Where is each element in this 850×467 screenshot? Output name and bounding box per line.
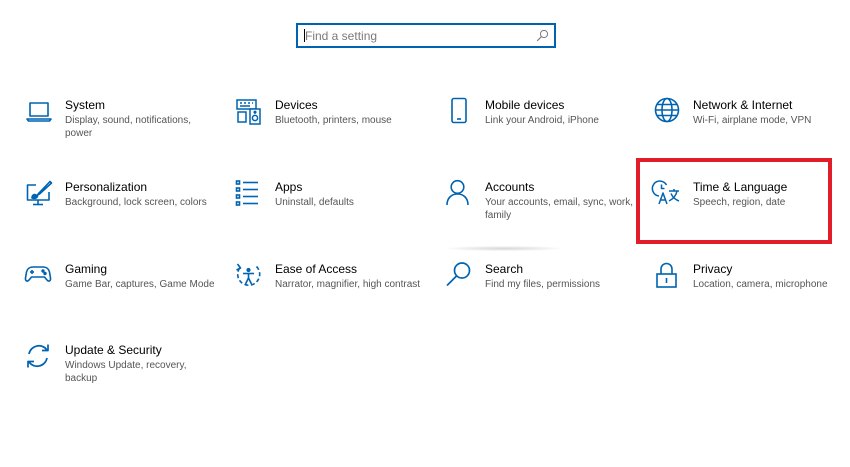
tile-title: Personalization (65, 180, 148, 194)
search-input[interactable] (298, 25, 535, 46)
tile-description: Narrator, magnifier, high contrast (275, 279, 421, 290)
tile-title: System (65, 98, 106, 112)
tile-title: Apps (275, 180, 303, 194)
tile-system[interactable]: System Display, sound, notifications, po… (26, 98, 226, 158)
tile-apps[interactable]: Apps Uninstall, defaults (235, 180, 436, 240)
tile-personalization[interactable]: Personalization Background, lock screen,… (26, 180, 226, 240)
tile-title: Gaming (65, 262, 108, 276)
tile-network-internet[interactable]: Network & Internet Wi-Fi, airplane mode,… (654, 97, 850, 158)
tile-description: Link your Android, iPhone (485, 115, 599, 126)
globe-icon (654, 97, 682, 126)
tile-title: Network & Internet (693, 98, 793, 112)
tile-description: Windows Update, recovery, backup (65, 360, 187, 384)
tile-description: Uninstall, defaults (275, 197, 354, 208)
time-language-icon (651, 180, 682, 208)
settings-home: System Display, sound, notifications, po… (0, 0, 850, 467)
tile-title: Privacy (693, 262, 733, 276)
hover-shadow (448, 246, 560, 251)
tile-description: Speech, region, date (693, 197, 786, 208)
tile-mobile-devices[interactable]: Mobile devices Link your Android, iPhone (446, 97, 646, 158)
tile-description: Wi-Fi, airplane mode, VPN (693, 115, 812, 126)
search-icon[interactable] (536, 29, 549, 42)
tile-search[interactable]: Search Find my files, permissions (446, 262, 646, 322)
tile-description: Location, camera, microphone (693, 279, 828, 290)
tile-accounts[interactable]: Accounts Your accounts, email, sync, wor… (446, 179, 646, 240)
tile-title: Devices (275, 98, 318, 112)
tile-ease-of-access[interactable]: Ease of Access Narrator, magnifier, high… (236, 262, 436, 322)
apps-list-icon (235, 180, 264, 208)
tile-title: Accounts (485, 180, 535, 194)
gamepad-icon (24, 262, 54, 290)
ease-of-access-icon (236, 262, 264, 290)
tile-title: Ease of Access (275, 262, 358, 276)
tile-title: Time & Language (693, 180, 788, 194)
tile-description: Game Bar, captures, Game Mode (65, 279, 215, 290)
magnifier-icon (446, 262, 474, 290)
phone-icon (446, 97, 474, 126)
tile-gaming[interactable]: Gaming Game Bar, captures, Game Mode (24, 262, 226, 322)
tile-title: Search (485, 262, 524, 276)
tile-title: Mobile devices (485, 98, 565, 112)
tile-description: Your accounts, email, sync, work, family (485, 197, 634, 221)
tile-devices[interactable]: Devices Bluetooth, printers, mouse (236, 98, 436, 158)
lock-icon (654, 262, 682, 290)
tile-description: Display, sound, notifications, power (65, 115, 191, 139)
person-icon (446, 179, 474, 208)
tile-update-security[interactable]: Update & Security Windows Update, recove… (26, 343, 226, 403)
tile-description: Find my files, permissions (485, 279, 601, 290)
tile-privacy[interactable]: Privacy Location, camera, microphone (654, 262, 850, 322)
paintbrush-monitor-icon (26, 180, 54, 208)
tile-title: Update & Security (65, 343, 162, 357)
keyboard-speaker-icon (236, 98, 264, 126)
text-caret (304, 29, 305, 42)
tile-description: Background, lock screen, colors (65, 197, 207, 208)
laptop-icon (26, 98, 54, 126)
sync-arrows-icon (26, 343, 54, 371)
search-box[interactable] (296, 23, 556, 48)
tile-time-language[interactable]: Time & Language Speech, region, date (651, 180, 850, 240)
tile-description: Bluetooth, printers, mouse (275, 115, 392, 126)
